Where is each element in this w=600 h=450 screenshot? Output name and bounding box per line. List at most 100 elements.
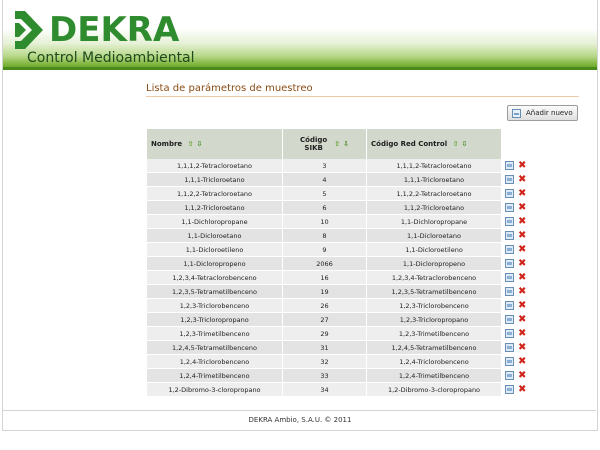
row-actions: ✖	[501, 354, 539, 369]
cell-codigo-red-control: 1,2,3,5-Tetrametilbenceno	[366, 284, 502, 299]
delete-icon[interactable]: ✖	[518, 314, 528, 325]
table-row: 1,2,3,5-Tetrametilbenceno 19 1,2,3,5-Tetra…	[147, 284, 539, 299]
cell-codigo-red-control: 1,1,1-Tricloroetano	[366, 172, 502, 187]
delete-icon[interactable]: ✖	[518, 216, 528, 227]
sort-asc-icon[interactable]: ⇧	[188, 140, 194, 148]
row-actions: ✖	[501, 228, 539, 243]
cell-codigo-red-control: 1,1,1,2-Tetracloroetano	[366, 159, 502, 173]
edit-icon[interactable]	[505, 203, 514, 212]
table-row: 1,1,1,2-Tetracloroetano 3 1,1,1,2-Tetraclo…	[147, 159, 539, 173]
cell-codigo-sikb: 32	[282, 354, 367, 369]
cell-codigo-red-control: 1,2,4-Trimetilbenceno	[366, 368, 502, 383]
edit-icon[interactable]	[505, 371, 514, 380]
title-divider	[146, 96, 579, 97]
table-row: 1,2,3,4-Tetraclorobenceno 16 1,2,3,4-Tetra…	[147, 270, 539, 285]
actions-header	[501, 129, 539, 159]
edit-icon[interactable]	[505, 231, 514, 240]
row-actions: ✖	[501, 242, 539, 257]
table-row: 1,2,3-Triclorobenceno 26 1,2,3-Tricloroben…	[147, 298, 539, 313]
brand-subtitle: Control Medioambiental	[27, 50, 195, 66]
edit-icon[interactable]	[505, 161, 514, 170]
row-actions: ✖	[501, 186, 539, 201]
row-actions: ✖	[501, 298, 539, 313]
delete-icon[interactable]: ✖	[518, 356, 528, 367]
cell-nombre: 1,2,3-Tricloropropano	[147, 312, 283, 327]
cell-codigo-red-control: 1,2,3-Trimetilbenceno	[366, 326, 502, 341]
edit-icon[interactable]	[505, 259, 514, 268]
table-row: 1,2,3-Trimetilbenceno 29 1,2,3-Trimetilben…	[147, 326, 539, 341]
footer-divider	[2, 410, 596, 411]
delete-icon[interactable]: ✖	[518, 160, 528, 171]
cell-codigo-red-control: 1,1,2-Tricloroetano	[366, 200, 502, 215]
edit-icon[interactable]	[505, 385, 514, 394]
delete-icon[interactable]: ✖	[518, 286, 528, 297]
edit-icon[interactable]	[505, 301, 514, 310]
parameters-table: Nombre ⇧ ⇩ Código SIKB ⇧ ⇩ Código Red Cont…	[147, 129, 539, 397]
cell-codigo-red-control: 1,1,2,2-Tetracloroetano	[366, 186, 502, 201]
cell-codigo-sikb: 8	[282, 228, 367, 243]
cell-nombre: 1,1-Dichloropropane	[147, 214, 283, 229]
cell-codigo-red-control: 1,2,4,5-Tetrametilbenceno	[366, 340, 502, 355]
cell-nombre: 1,2,3,5-Tetrametilbenceno	[147, 284, 283, 299]
cell-nombre: 1,2,4-Triclorobenceno	[147, 354, 283, 369]
column-header-codigo-red-control[interactable]: Código Red Control ⇧ ⇩	[366, 129, 502, 159]
cell-codigo-sikb: 29	[282, 326, 367, 341]
edit-icon[interactable]	[505, 217, 514, 226]
cell-nombre: 1,1,2,2-Tetracloroetano	[147, 186, 283, 201]
table-row: 1,1-Dicloroetano 8 1,1-Dicloroetano ✖	[147, 228, 539, 243]
table-row: 1,2,4,5-Tetrametilbenceno 31 1,2,4,5-Tetra…	[147, 340, 539, 355]
row-actions: ✖	[501, 256, 539, 271]
table-row: 1,1,2,2-Tetracloroetano 5 1,1,2,2-Tetraclo…	[147, 186, 539, 201]
delete-icon[interactable]: ✖	[518, 300, 528, 311]
cell-nombre: 1,1,1,2-Tetracloroetano	[147, 159, 283, 173]
cell-codigo-red-control: 1,2,3,4-Tetraclorobenceno	[366, 270, 502, 285]
table-row: 1,2-Dibromo-3-cloropropano 34 1,2-Dibromo-…	[147, 382, 539, 397]
cell-codigo-red-control: 1,2,4-Triclorobenceno	[366, 354, 502, 369]
edit-icon[interactable]	[505, 287, 514, 296]
row-actions: ✖	[501, 382, 539, 397]
edit-icon[interactable]	[505, 357, 514, 366]
cell-codigo-sikb: 9	[282, 242, 367, 257]
edit-icon[interactable]	[505, 315, 514, 324]
edit-icon[interactable]	[505, 245, 514, 254]
delete-icon[interactable]: ✖	[518, 370, 528, 381]
sort-desc-icon[interactable]: ⇩	[461, 140, 467, 148]
delete-icon[interactable]: ✖	[518, 244, 528, 255]
dekra-logo-icon	[15, 11, 43, 49]
sort-asc-icon[interactable]: ⇧	[334, 140, 340, 148]
cell-codigo-red-control: 1,2-Dibromo-3-cloropropano	[366, 382, 502, 397]
cell-codigo-red-control: 1,1-Dichloropropane	[366, 214, 502, 229]
delete-icon[interactable]: ✖	[518, 272, 528, 283]
add-document-icon	[512, 108, 521, 118]
add-new-button[interactable]: Añadir nuevo	[507, 105, 578, 121]
edit-icon[interactable]	[505, 175, 514, 184]
cell-nombre: 1,1-Dicloroetano	[147, 228, 283, 243]
cell-codigo-red-control: 1,1-Dicloropropeno	[366, 256, 502, 271]
delete-icon[interactable]: ✖	[518, 188, 528, 199]
sort-desc-icon[interactable]: ⇩	[196, 140, 202, 148]
edit-icon[interactable]	[505, 189, 514, 198]
column-header-nombre[interactable]: Nombre ⇧ ⇩	[147, 129, 283, 159]
table-body: 1,1,1,2-Tetracloroetano 3 1,1,1,2-Tetraclo…	[147, 159, 539, 397]
delete-icon[interactable]: ✖	[518, 202, 528, 213]
delete-icon[interactable]: ✖	[518, 174, 528, 185]
cell-codigo-sikb: 16	[282, 270, 367, 285]
cell-codigo-red-control: 1,2,3-Tricloropropano	[366, 312, 502, 327]
delete-icon[interactable]: ✖	[518, 342, 528, 353]
sort-desc-icon[interactable]: ⇩	[343, 140, 349, 148]
cell-codigo-sikb: 31	[282, 340, 367, 355]
cell-nombre: 1,1,2-Tricloroetano	[147, 200, 283, 215]
delete-icon[interactable]: ✖	[518, 258, 528, 269]
delete-icon[interactable]: ✖	[518, 384, 528, 395]
table-row: 1,1-Dicloropropeno 2066 1,1-Dicloropropeno…	[147, 256, 539, 271]
edit-icon[interactable]	[505, 329, 514, 338]
edit-icon[interactable]	[505, 273, 514, 282]
cell-codigo-sikb: 26	[282, 298, 367, 313]
column-header-codigo-sikb[interactable]: Código SIKB ⇧ ⇩	[282, 129, 367, 159]
edit-icon[interactable]	[505, 343, 514, 352]
delete-icon[interactable]: ✖	[518, 328, 528, 339]
table-row: 1,1,1-Tricloroetano 4 1,1,1-Tricloroetano ✖	[147, 172, 539, 187]
cell-codigo-sikb: 5	[282, 186, 367, 201]
sort-asc-icon[interactable]: ⇧	[453, 140, 459, 148]
delete-icon[interactable]: ✖	[518, 230, 528, 241]
